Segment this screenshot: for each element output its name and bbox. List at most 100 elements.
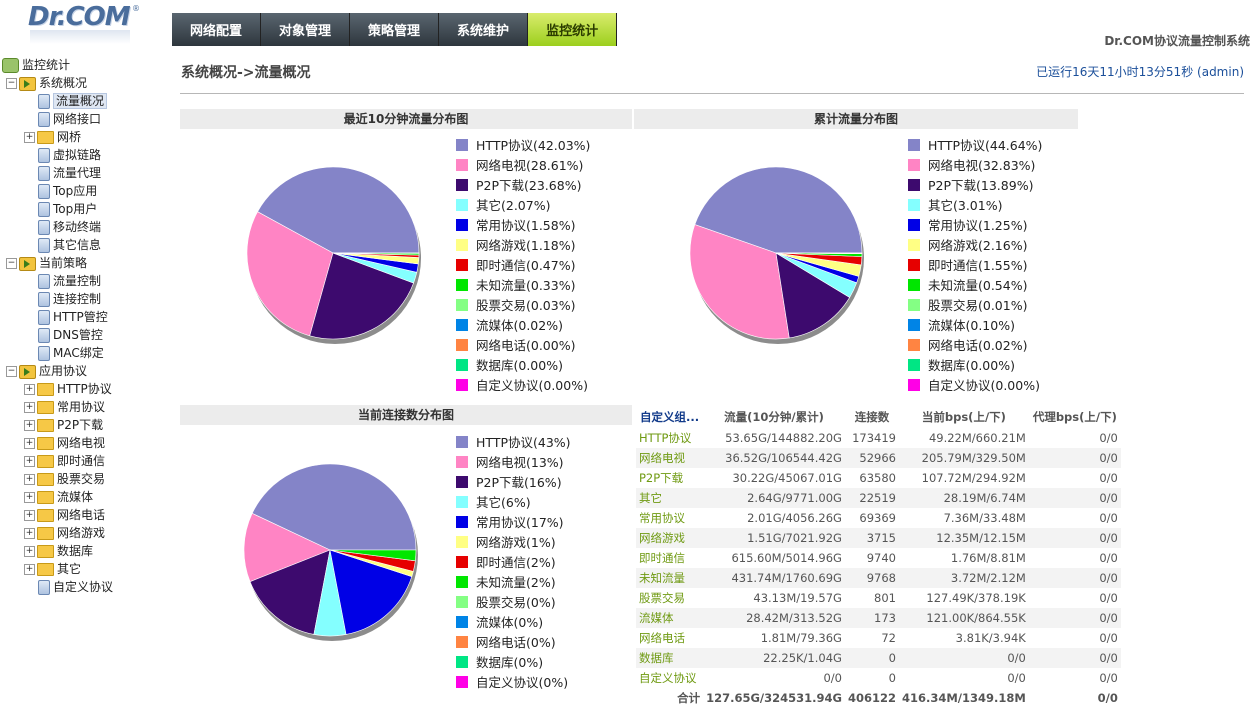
- expand-icon[interactable]: +: [24, 384, 35, 395]
- tree-item-label: 网络电话: [57, 508, 105, 522]
- legend-item: 网络游戏(1%): [456, 533, 571, 553]
- tree-item-label: HTTP管控: [53, 310, 108, 324]
- tree-item[interactable]: MAC绑定: [2, 344, 170, 362]
- tree-item[interactable]: Top应用: [2, 182, 170, 200]
- tree-item[interactable]: 网络接口: [2, 110, 170, 128]
- tree-item[interactable]: +股票交易: [2, 470, 170, 488]
- tree-item[interactable]: Top用户: [2, 200, 170, 218]
- tree-item-label: 网络电视: [57, 436, 105, 450]
- tree-item[interactable]: +网络游戏: [2, 524, 170, 542]
- tree-item[interactable]: 连接控制: [2, 290, 170, 308]
- legend-item: 即时通信(0.47%): [456, 256, 590, 276]
- tree-item[interactable]: 自定义协议: [2, 578, 170, 596]
- expand-icon[interactable]: +: [24, 510, 35, 521]
- tree-group[interactable]: −系统概况: [2, 74, 170, 92]
- nav-tab[interactable]: 监控统计: [528, 13, 617, 46]
- tree-item-label: 数据库: [57, 544, 93, 558]
- tree-root[interactable]: 监控统计: [2, 56, 170, 74]
- table-cell: 其它: [636, 488, 703, 508]
- legend-item: 数据库(0%): [456, 653, 571, 673]
- tree-item-label: Top应用: [53, 184, 97, 198]
- tree-item[interactable]: 移动终端: [2, 218, 170, 236]
- collapse-icon[interactable]: −: [6, 366, 17, 377]
- legend-item: 常用协议(1.25%): [908, 216, 1042, 236]
- logo-registered-mark: ®: [132, 4, 140, 13]
- legend-swatch: [456, 379, 468, 391]
- table-cell: 43.13M/19.57G: [703, 588, 845, 608]
- folder-icon: [37, 437, 54, 450]
- legend-swatch: [456, 259, 468, 271]
- nav-tab[interactable]: 对象管理: [261, 13, 350, 46]
- table-cell: 28.42M/313.52G: [703, 608, 845, 628]
- tree-item[interactable]: + 其它: [2, 560, 170, 578]
- table-cell: 3.81K/3.94K: [899, 628, 1029, 648]
- expand-icon[interactable]: +: [24, 492, 35, 503]
- tree-item[interactable]: HTTP管控: [2, 308, 170, 326]
- tree-item[interactable]: 流量概况: [2, 92, 170, 110]
- nav-tab[interactable]: 网络配置: [172, 13, 261, 46]
- legend-label: 股票交易(0%): [476, 595, 556, 610]
- expand-icon[interactable]: +: [24, 402, 35, 413]
- legend-item: 常用协议(17%): [456, 513, 571, 533]
- folder-open-icon: [19, 365, 36, 379]
- legend-10min: HTTP协议(42.03%)网络电视(28.61%)P2P下载(23.68%)其…: [456, 136, 590, 396]
- tree-group[interactable]: −应用协议: [2, 362, 170, 380]
- expand-icon[interactable]: +: [24, 438, 35, 449]
- page-icon: [38, 580, 50, 595]
- logo-reflection: [30, 30, 130, 44]
- legend-item: 数据库(0.00%): [456, 356, 590, 376]
- tree-item[interactable]: + 网桥: [2, 128, 170, 146]
- legend-label: 即时通信(2%): [476, 555, 556, 570]
- expand-icon[interactable]: +: [24, 564, 35, 575]
- expand-icon[interactable]: +: [24, 456, 35, 467]
- tree-item[interactable]: 流量代理: [2, 164, 170, 182]
- legend-item: 自定义协议(0.00%): [456, 376, 590, 396]
- product-name: Dr.COM协议流量控制系统: [1104, 32, 1250, 49]
- legend-swatch: [456, 616, 468, 628]
- table-cell: 28.19M/6.74M: [899, 488, 1029, 508]
- legend-label: 其它(2.07%): [476, 198, 550, 213]
- table-row: 未知流量431.74M/1760.69G97683.72M/2.12M0/0: [636, 568, 1121, 588]
- legend-item: 流媒体(0.02%): [456, 316, 590, 336]
- tree-item[interactable]: + 网络电话: [2, 506, 170, 524]
- tree-item[interactable]: +常用协议: [2, 398, 170, 416]
- tree-item[interactable]: + 数据库: [2, 542, 170, 560]
- page-icon: [38, 220, 50, 235]
- collapse-icon[interactable]: −: [6, 258, 17, 269]
- tree-item[interactable]: 虚拟链路: [2, 146, 170, 164]
- tree-item[interactable]: DNS管控: [2, 326, 170, 344]
- legend-label: 常用协议(1.58%): [476, 218, 575, 233]
- legend-item: 网络游戏(1.18%): [456, 236, 590, 256]
- collapse-icon[interactable]: −: [6, 78, 17, 89]
- table-row: 即时通信615.60M/5014.96G97401.76M/8.81M0/0: [636, 548, 1121, 568]
- expand-icon[interactable]: +: [24, 132, 35, 143]
- legend-swatch: [456, 219, 468, 231]
- expand-icon[interactable]: +: [24, 474, 35, 485]
- table-cell: 股票交易: [636, 588, 703, 608]
- expand-icon[interactable]: +: [24, 420, 35, 431]
- tree-item[interactable]: +P2P下载: [2, 416, 170, 434]
- tree-item-label: 其它: [57, 562, 81, 576]
- pie-title-cumulative: 累计流量分布图: [634, 109, 1078, 129]
- tree-item[interactable]: +HTTP协议: [2, 380, 170, 398]
- legend-swatch: [456, 339, 468, 351]
- tree-item[interactable]: +流媒体: [2, 488, 170, 506]
- legend-swatch: [456, 199, 468, 211]
- legend-swatch: [456, 496, 468, 508]
- nav-tab[interactable]: 系统维护: [439, 13, 528, 46]
- expand-icon[interactable]: +: [24, 546, 35, 557]
- legend-item: 未知流量(2%): [456, 573, 571, 593]
- legend-swatch: [456, 436, 468, 448]
- tree-item[interactable]: +即时通信: [2, 452, 170, 470]
- expand-icon[interactable]: +: [24, 528, 35, 539]
- legend-connections: HTTP协议(43%)网络电视(13%)P2P下载(16%)其它(6%)常用协议…: [456, 433, 571, 693]
- tree-item[interactable]: + 网络电视: [2, 434, 170, 452]
- legend-label: 自定义协议(0.00%): [928, 378, 1040, 393]
- table-header[interactable]: 自定义组...: [636, 406, 703, 428]
- tree-item[interactable]: 流量控制: [2, 272, 170, 290]
- tree-item[interactable]: 其它信息: [2, 236, 170, 254]
- nav-tab[interactable]: 策略管理: [350, 13, 439, 46]
- tree-item-label: 网桥: [57, 130, 81, 144]
- tree-group[interactable]: −当前策略: [2, 254, 170, 272]
- table-row: 常用协议2.01G/4056.26G693697.36M/33.48M0/0: [636, 508, 1121, 528]
